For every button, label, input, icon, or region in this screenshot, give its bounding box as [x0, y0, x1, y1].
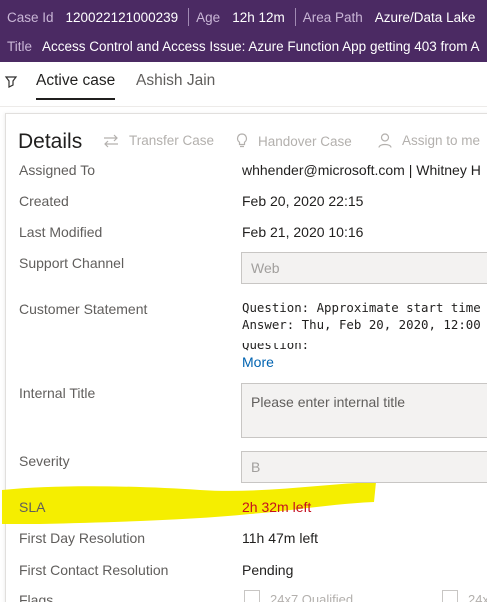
severity-label: Severity — [19, 453, 70, 469]
flag-24x7-checkbox[interactable] — [244, 590, 260, 602]
assigned-to-label: Assigned To — [19, 162, 96, 178]
age-label: Age — [196, 9, 221, 25]
internal-title-input[interactable]: Please enter internal title — [241, 383, 487, 438]
tab-bar: Active case Ashish Jain — [0, 62, 487, 106]
handover-case-button[interactable]: Handover Case — [236, 133, 352, 149]
case-id-value: 120022121000239 — [65, 9, 179, 25]
transfer-case-label: Transfer Case — [129, 133, 215, 148]
assign-to-me-button[interactable]: Assign to me — [378, 133, 480, 148]
case-info-row: Case Id 120022121000239 Age 12h 12m Area… — [0, 2, 485, 32]
customer-statement-line: Question: Approximate start time — [242, 300, 481, 315]
sla-label: SLA — [19, 499, 46, 515]
first-day-resolution-value: 11h 47m left — [242, 530, 319, 546]
age-value: 12h 12m — [232, 9, 285, 25]
severity-field: B — [241, 451, 487, 483]
created-label: Created — [19, 193, 69, 209]
details-heading: Details — [18, 130, 83, 153]
highlight-marker — [2, 482, 376, 524]
tab-ashish-jain[interactable]: Ashish Jain — [136, 72, 215, 98]
assign-to-me-label: Assign to me — [402, 133, 481, 148]
support-channel-label: Support Channel — [19, 255, 125, 271]
case-id-label: Case Id — [7, 9, 54, 25]
more-link[interactable]: More — [242, 354, 274, 370]
internal-title-placeholder: Please enter internal title — [251, 394, 406, 410]
support-channel-field: Web — [241, 252, 487, 284]
flag-second-label: 24x — [468, 592, 487, 602]
last-modified-label: Last Modified — [19, 224, 103, 240]
divider — [0, 106, 487, 107]
severity-value: B — [251, 459, 261, 475]
internal-title-label: Internal Title — [19, 385, 96, 401]
support-channel-value: Web — [251, 260, 280, 276]
first-contact-resolution-value: Pending — [242, 562, 294, 578]
person-icon — [378, 133, 392, 148]
title-label: Title — [7, 38, 33, 54]
customer-statement-line: Question: Approximate — [242, 343, 324, 353]
area-path-label: Area Path — [302, 9, 363, 25]
transfer-case-button[interactable]: Transfer Case — [103, 133, 214, 148]
divider — [188, 8, 190, 26]
tab-active-case[interactable]: Active case — [36, 72, 116, 100]
first-contact-resolution-label: First Contact Resolution — [19, 562, 169, 578]
first-day-resolution-label: First Day Resolution — [19, 530, 146, 546]
last-modified-value: Feb 21, 2020 10:16 — [242, 224, 364, 240]
case-title-value: Access Control and Access Issue: Azure F… — [42, 38, 480, 54]
handover-case-label: Handover Case — [258, 133, 352, 149]
customer-statement-overflow: Question: Approximate — [242, 343, 382, 353]
lightbulb-icon — [236, 133, 248, 148]
case-title-row: Title Access Control and Access Issue: A… — [0, 31, 487, 61]
divider — [294, 8, 296, 26]
flag-24x7-label: 24x7 Qualified — [270, 592, 354, 602]
sla-value: 2h 32m left — [242, 499, 312, 515]
created-value: Feb 20, 2020 22:15 — [242, 193, 364, 209]
customer-statement-label: Customer Statement — [19, 301, 148, 317]
transfer-icon — [104, 134, 118, 147]
pin-icon[interactable] — [4, 75, 18, 89]
case-header: Case Id 120022121000239 Age 12h 12m Area… — [0, 0, 487, 62]
customer-statement-line: Answer: Thu, Feb 20, 2020, 12:00 — [242, 317, 481, 332]
assigned-to-value: whhender@microsoft.com | Whitney H — [242, 162, 481, 178]
area-path-value: Azure/Data Lake — [374, 9, 476, 25]
flag-second-checkbox[interactable] — [442, 590, 458, 602]
flags-label: Flags — [19, 592, 54, 602]
